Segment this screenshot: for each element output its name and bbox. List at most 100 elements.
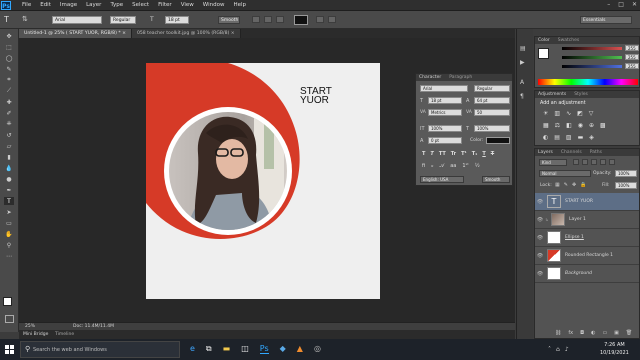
char-language-select[interactable]: English: USA <box>420 176 464 183</box>
selective-color-icon[interactable]: ◈ <box>589 134 594 141</box>
actions-panel-icon[interactable]: ▶ <box>520 59 525 66</box>
filter-pixel-icon[interactable] <box>573 159 579 165</box>
blur-tool-icon[interactable]: 💧 <box>4 164 14 172</box>
move-tool-icon[interactable]: ✥ <box>4 32 14 40</box>
menu-help[interactable]: Help <box>233 2 246 8</box>
vibrance-icon[interactable]: ▽ <box>589 110 594 117</box>
lasso-tool-icon[interactable]: ◯ <box>4 54 14 62</box>
black-white-icon[interactable]: ◧ <box>566 122 572 129</box>
char-kerning-select[interactable]: Metrics <box>428 109 462 116</box>
tab-paragraph[interactable]: Paragraph <box>449 74 472 81</box>
link-layers-icon[interactable]: ⛓ <box>555 330 561 336</box>
char-size-field[interactable]: 18 pt <box>428 97 462 104</box>
fractions-icon[interactable]: ½ <box>475 163 480 169</box>
text-color-swatch[interactable] <box>294 15 308 25</box>
ordinals-icon[interactable]: 1ˢᵗ <box>462 163 469 169</box>
font-family-select[interactable]: Arial <box>52 16 102 24</box>
lock-pixels-icon[interactable]: ✎ <box>564 182 568 188</box>
lock-position-icon[interactable]: ✥ <box>572 182 576 188</box>
new-layer-icon[interactable]: ▣ <box>614 330 619 336</box>
quick-select-tool-icon[interactable]: ✎ <box>4 65 14 73</box>
faux-bold-button[interactable]: T <box>422 151 425 157</box>
layer-row-image[interactable]: 👁 ↳ Layer 1 <box>535 211 639 229</box>
photo-filter-icon[interactable]: ◉ <box>578 122 583 129</box>
marquee-tool-icon[interactable]: ⬚ <box>4 43 14 51</box>
filter-adjustment-icon[interactable] <box>582 159 588 165</box>
eraser-tool-icon[interactable]: ▱ <box>4 142 14 150</box>
add-mask-icon[interactable]: ◘ <box>580 330 584 336</box>
menu-file[interactable]: File <box>22 2 31 8</box>
posterize-icon[interactable]: ▤ <box>554 134 560 141</box>
task-view-icon[interactable]: ⧉ <box>206 344 212 354</box>
pen-tool-icon[interactable]: ✒ <box>4 186 14 194</box>
filter-type-icon[interactable] <box>591 159 597 165</box>
tab-untitled-1[interactable]: Untitled-1 @ 25% ( START YUOR, RGB/8) * … <box>19 29 132 38</box>
more-tools-icon[interactable]: ⋯ <box>4 252 14 260</box>
type-tool-icon[interactable]: T <box>4 197 14 205</box>
warp-text-icon[interactable] <box>316 16 324 23</box>
clone-stamp-tool-icon[interactable]: ⎈ <box>4 120 14 128</box>
layer-filter-select[interactable]: Kind <box>539 159 567 166</box>
store-icon[interactable]: ◫ <box>241 344 249 354</box>
green-slider[interactable] <box>562 56 622 59</box>
tab-mini-bridge[interactable]: Mini Bridge <box>23 332 48 337</box>
filter-smart-object-icon[interactable] <box>609 159 615 165</box>
char-antialias-select[interactable]: Smooth <box>482 176 510 183</box>
align-center-icon[interactable] <box>264 16 272 23</box>
app-icon-2[interactable]: ◎ <box>314 344 321 354</box>
gradient-tool-icon[interactable]: ▮ <box>4 153 14 161</box>
menu-view[interactable]: View <box>181 2 194 8</box>
visibility-eye-icon[interactable]: 👁 <box>535 253 545 259</box>
lock-transparency-icon[interactable]: ▦ <box>555 182 560 188</box>
underline-button[interactable]: T <box>482 151 485 157</box>
workspace-select[interactable]: Essentials <box>580 16 632 24</box>
faux-italic-button[interactable]: T <box>430 151 433 157</box>
visibility-eye-icon[interactable]: 👁 <box>535 199 545 205</box>
tab-channels[interactable]: Channels <box>561 149 582 156</box>
small-caps-button[interactable]: Tr <box>451 151 456 157</box>
fg-color-preview[interactable] <box>538 48 549 59</box>
crop-tool-icon[interactable]: ⌗ <box>4 76 14 84</box>
tab-paths[interactable]: Paths <box>590 149 602 156</box>
opacity-field[interactable]: 100% <box>615 170 637 177</box>
green-value[interactable]: 255 <box>625 54 639 60</box>
color-spectrum[interactable] <box>538 79 638 85</box>
char-hscale-field[interactable]: 100% <box>474 125 510 132</box>
history-panel-icon[interactable]: ▤ <box>520 45 526 52</box>
menu-edit[interactable]: Edit <box>40 2 51 8</box>
lock-all-icon[interactable]: 🔒 <box>580 182 586 188</box>
menu-filter[interactable]: Filter <box>158 2 172 8</box>
tab-character[interactable]: Character <box>419 74 441 81</box>
menu-select[interactable]: Select <box>132 2 149 8</box>
character-panel-toggle-icon[interactable] <box>328 16 336 23</box>
color-lookup-icon[interactable]: ▩ <box>600 122 606 129</box>
dodge-tool-icon[interactable]: ● <box>4 175 14 183</box>
fill-field[interactable]: 100% <box>615 182 637 189</box>
filter-shape-icon[interactable] <box>600 159 606 165</box>
healing-tool-icon[interactable]: ✚ <box>4 98 14 106</box>
subscript-button[interactable]: T₁ <box>472 151 478 157</box>
blend-mode-select[interactable]: Normal <box>539 170 591 177</box>
new-adjustment-icon[interactable]: ◐ <box>591 330 595 336</box>
menu-window[interactable]: Window <box>203 2 225 8</box>
red-value[interactable]: 255 <box>625 45 639 51</box>
document-canvas[interactable]: START YUOR <box>146 63 380 299</box>
menu-type[interactable]: Type <box>110 2 123 8</box>
layer-row-rounded-rect[interactable]: 👁 Rounded Rectangle 1 <box>535 247 639 265</box>
char-baseline-field[interactable]: 0 pt <box>428 137 462 144</box>
curves-icon[interactable]: ∿ <box>566 110 571 117</box>
tab-styles[interactable]: Styles <box>574 91 588 98</box>
visibility-eye-icon[interactable]: 👁 <box>535 235 545 241</box>
windows-start-icon[interactable] <box>5 345 14 354</box>
tab-swatches[interactable]: Swatches <box>558 37 580 44</box>
ligature-icon[interactable]: fi <box>422 163 425 169</box>
strikethrough-button[interactable]: T <box>491 151 494 157</box>
menu-image[interactable]: Image <box>60 2 77 8</box>
foreground-color-swatch[interactable] <box>3 297 12 306</box>
character-panel-icon[interactable]: A <box>520 79 524 86</box>
tab-timeline[interactable]: Timeline <box>55 332 74 337</box>
char-font-select[interactable]: Arial <box>420 85 468 92</box>
quick-mask-icon[interactable] <box>5 315 14 323</box>
zoom-level[interactable]: 25% <box>25 324 35 329</box>
font-size-field[interactable]: 18 pt <box>165 16 189 24</box>
